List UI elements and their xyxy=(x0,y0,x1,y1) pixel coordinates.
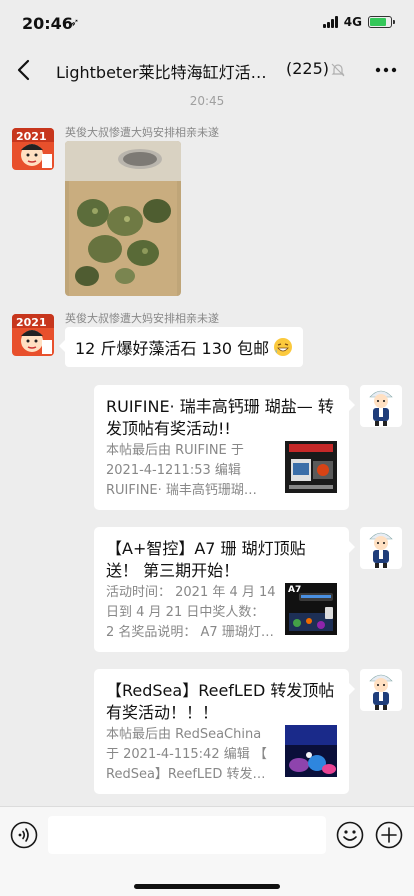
location-arrow-icon: ➶ xyxy=(70,16,80,29)
card-title: RUIFINE· 瑞丰高钙珊 瑚盐— 转发顶帖有奖活动!! xyxy=(106,397,334,438)
status-bar: 20:46 ➶ 4G xyxy=(0,0,414,48)
message-text: 12 斤爆好藻活石 130 包邮 xyxy=(75,339,270,358)
home-indicator[interactable] xyxy=(134,884,280,889)
grinning-sweat-emoji-icon xyxy=(274,338,293,356)
link-card[interactable]: 【RedSea】ReefLED 转发顶帖有奖活动！！！ 本帖最后由 RedSea… xyxy=(94,669,355,794)
card-title: 【RedSea】ReefLED 转发顶帖有奖活动！！！ xyxy=(106,681,335,722)
sender-avatar[interactable] xyxy=(360,385,402,427)
link-card[interactable]: RUIFINE· 瑞丰高钙珊 瑚盐— 转发顶帖有奖活动!! 本帖最后由 RUIF… xyxy=(94,385,355,510)
card-description: 本帖最后由 RedSeaChina 于 2021-4-115:42 编辑 【 R… xyxy=(106,727,267,782)
signal-icon xyxy=(322,16,338,28)
card-thumbnail xyxy=(285,725,337,777)
network-type: 4G xyxy=(343,15,362,29)
sender-avatar[interactable]: 2021 xyxy=(12,314,54,356)
message-input-bar xyxy=(0,806,414,896)
card-thumbnail xyxy=(285,441,337,493)
member-count: (225) xyxy=(286,59,330,78)
sender-avatar[interactable] xyxy=(360,527,402,569)
mute-bell-icon xyxy=(331,63,345,77)
message-text-input[interactable] xyxy=(48,816,326,854)
chat-title: Lightbeter莱比特海缸灯活… xyxy=(56,63,267,82)
card-title: 【A+智控】A7 珊 瑚灯顶贴送！ 第三期开始！ xyxy=(106,539,306,580)
svg-text:2021: 2021 xyxy=(16,316,47,329)
message-timestamp: 20:45 xyxy=(189,94,225,108)
add-attachment-icon[interactable] xyxy=(375,821,403,849)
sender-avatar[interactable]: 2021 xyxy=(12,128,54,170)
svg-text:2021: 2021 xyxy=(16,130,47,143)
thumbnail-label: A7 xyxy=(288,585,302,595)
sender-name: 英俊大叔惨遭大妈安排相亲未遂 xyxy=(65,126,219,139)
battery-icon xyxy=(368,16,395,28)
chat-header: Lightbeter莱比特海缸灯活… (225) xyxy=(0,48,414,92)
card-thumbnail: A7 xyxy=(285,583,337,635)
card-description: 本帖最后由 RUIFINE 于 2021-4-1211:53 编辑 RUIFIN… xyxy=(106,443,257,498)
card-description: 活动时间： 2021 年 4 月 14 日到 4 月 21 日中奖人数： 2 名… xyxy=(106,585,276,640)
emoji-picker-icon[interactable] xyxy=(336,821,364,849)
sender-avatar[interactable] xyxy=(360,669,402,711)
link-card[interactable]: 【A+智控】A7 珊 瑚灯顶贴送！ 第三期开始！ 活动时间： 2021 年 4 … xyxy=(94,527,355,652)
back-chevron-icon[interactable] xyxy=(12,57,38,83)
more-options-icon[interactable] xyxy=(374,60,398,80)
voice-input-icon[interactable] xyxy=(10,821,38,849)
status-time: 20:46 xyxy=(22,14,73,33)
text-message-bubble[interactable]: 12 斤爆好藻活石 130 包邮 xyxy=(58,327,304,367)
sender-name: 英俊大叔惨遭大妈安排相亲未遂 xyxy=(65,312,219,325)
image-message-live-rock[interactable] xyxy=(65,141,181,296)
status-indicators: 4G xyxy=(322,15,395,29)
